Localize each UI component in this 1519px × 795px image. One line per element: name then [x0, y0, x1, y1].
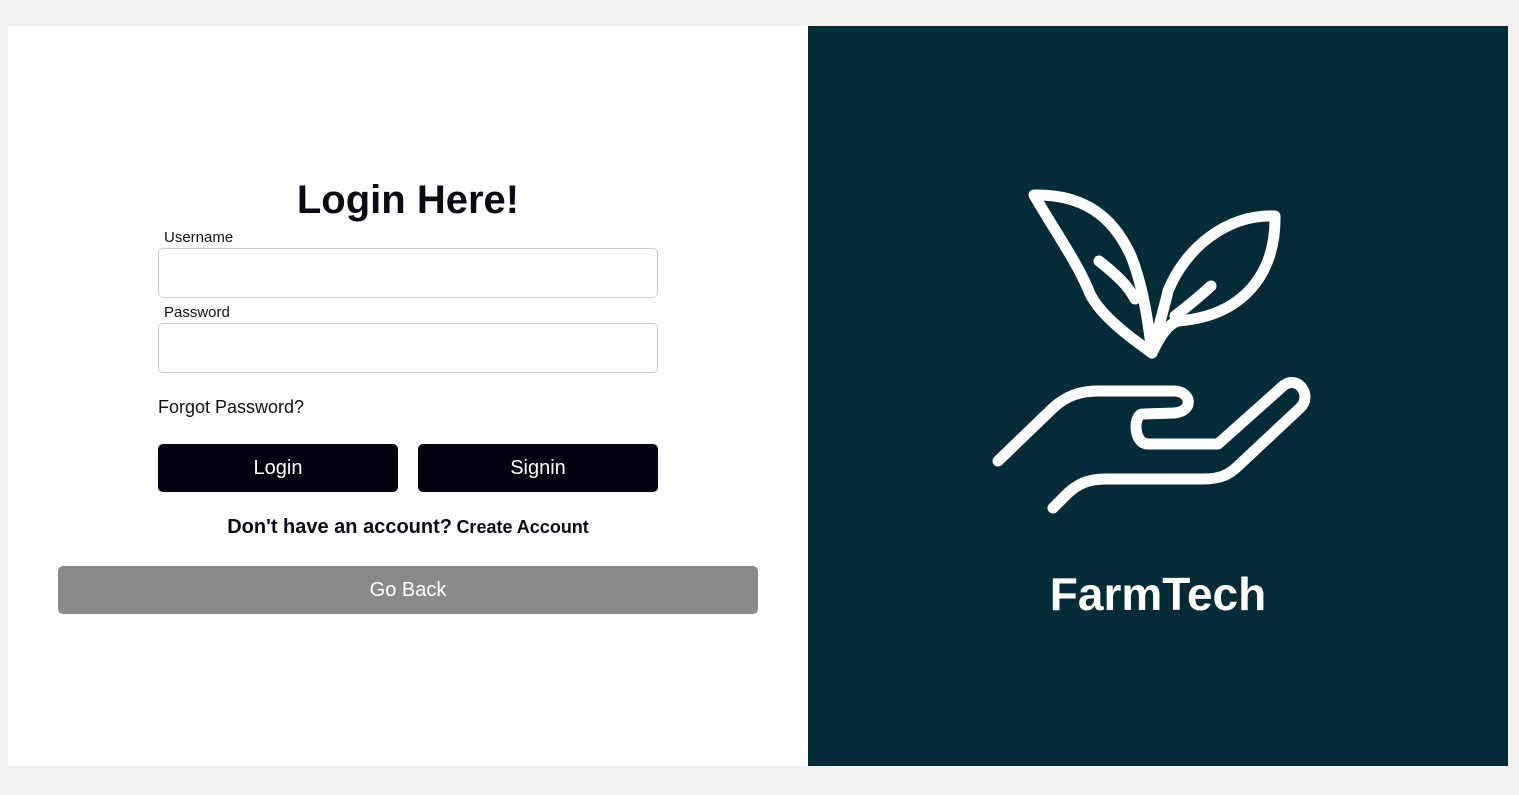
no-account-text: Don't have an account?	[227, 516, 452, 538]
password-input[interactable]	[158, 323, 658, 373]
brand-panel: FarmTech	[808, 26, 1508, 766]
hand-plant-icon	[992, 189, 1311, 514]
username-label: Username	[164, 229, 234, 246]
password-label: Password	[164, 304, 230, 321]
username-input[interactable]	[158, 248, 658, 298]
brand-name: FarmTech	[1049, 568, 1267, 620]
login-panel: Login Here! Username Password Forgot Pas…	[8, 26, 808, 766]
signin-button[interactable]: Signin	[418, 444, 658, 492]
forgot-password-link[interactable]: Forgot Password?	[158, 397, 304, 418]
go-back-button[interactable]: Go Back	[58, 566, 758, 614]
create-account-row: Don't have an account? Create Account	[8, 516, 808, 539]
login-page: Login Here! Username Password Forgot Pas…	[8, 26, 1508, 766]
page-title: Login Here!	[296, 178, 520, 222]
login-button[interactable]: Login	[158, 444, 398, 492]
create-account-link[interactable]: Create Account	[456, 517, 588, 537]
